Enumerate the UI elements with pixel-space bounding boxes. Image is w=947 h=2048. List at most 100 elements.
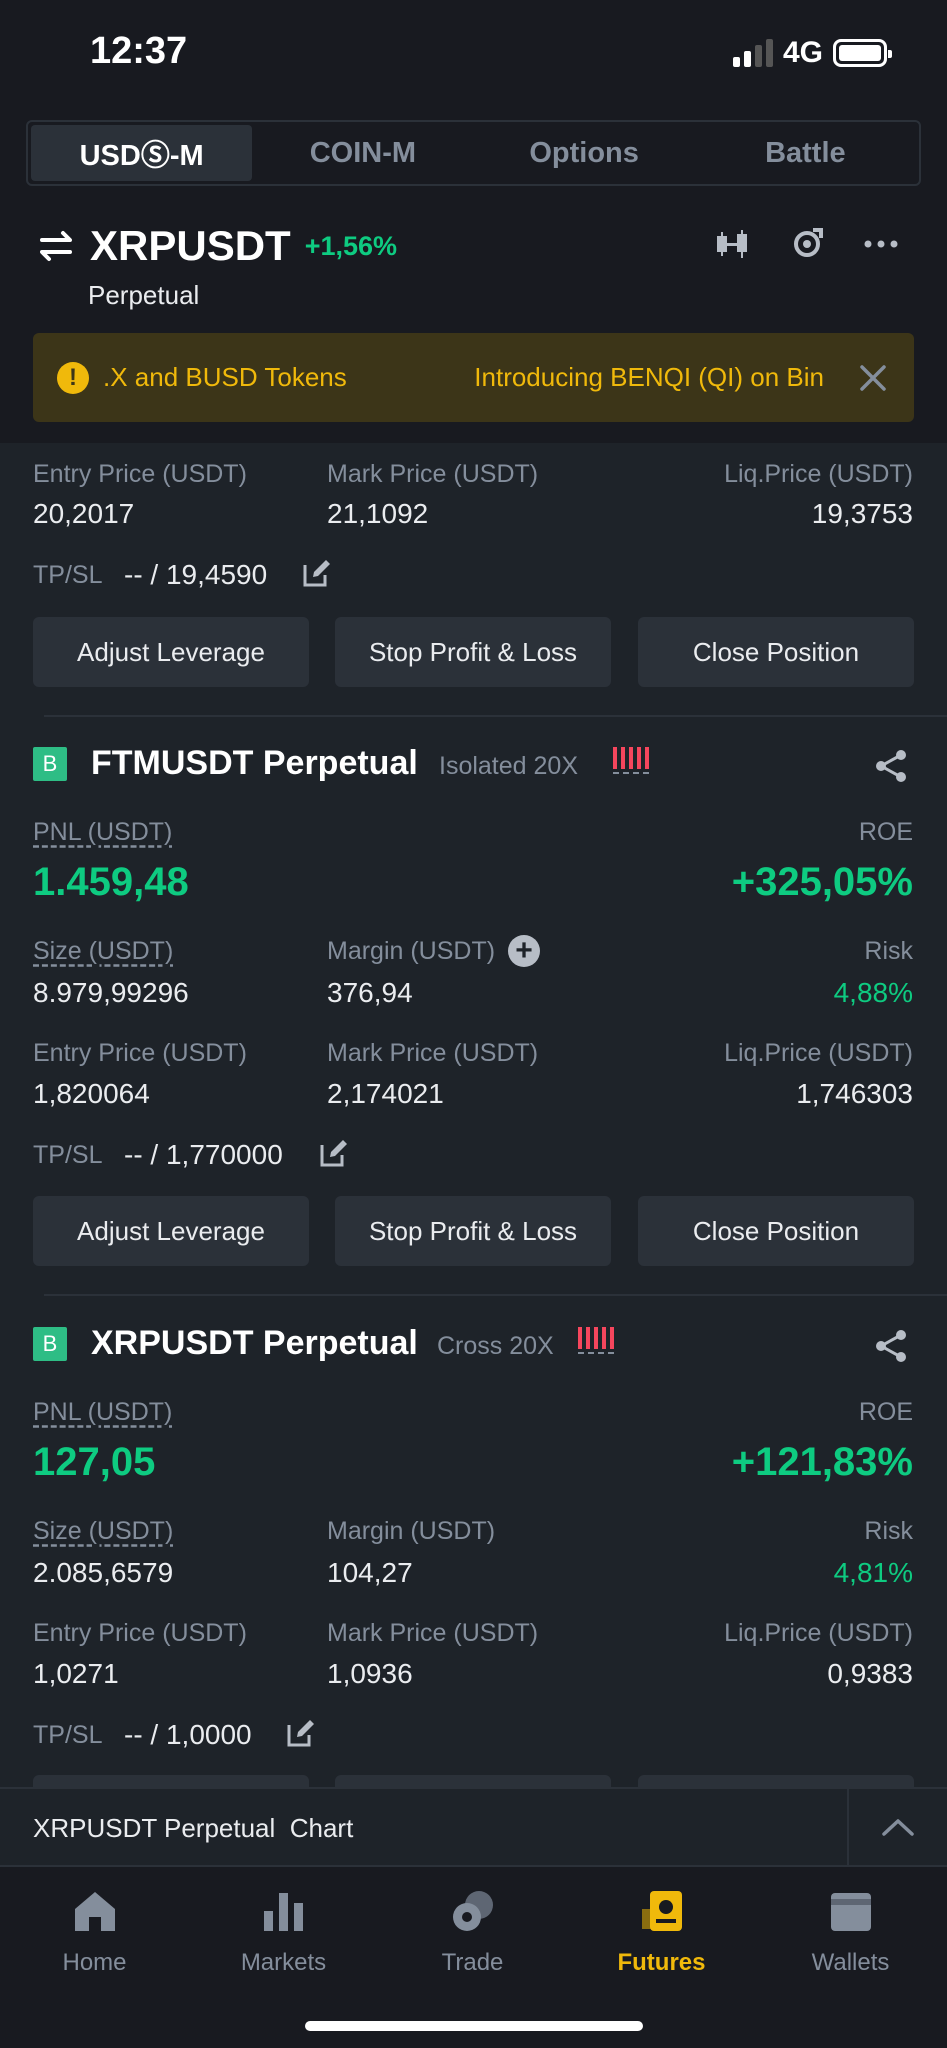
swap-icon (40, 231, 72, 261)
margin-mode: Cross 20X (437, 1332, 554, 1360)
risk-bars-icon[interactable] (613, 746, 649, 774)
pnl-label: PNL (USDT) (33, 818, 173, 846)
nav-trade[interactable]: Trade (378, 1887, 567, 1977)
nav-home[interactable]: Home (0, 1887, 189, 1977)
nav-futures[interactable]: Futures (567, 1887, 756, 1977)
risk-value: 4,81% (833, 1557, 913, 1588)
divider (44, 1294, 947, 1296)
stop-profit-loss-button[interactable]: Stop Profit & Loss (335, 617, 611, 687)
edit-icon[interactable] (285, 1717, 317, 1749)
size-label: Size (USDT) (33, 937, 174, 965)
entry-price-value: 20,2017 (33, 498, 135, 529)
symbol-name: XRPUSDT (90, 222, 291, 269)
liq-price-label: Liq.Price (USDT) (724, 1039, 913, 1067)
entry-price-label: Entry Price (USDT) (33, 460, 247, 488)
divider (44, 715, 947, 717)
liq-price-label: Liq.Price (USDT) (724, 460, 913, 488)
adjust-leverage-button[interactable]: Adjust Leverage (33, 1196, 309, 1266)
calculator-icon[interactable] (787, 224, 827, 264)
tab-usds-m[interactable]: USDⓈ-M (31, 125, 253, 181)
share-icon[interactable] (873, 748, 909, 784)
edit-icon[interactable] (301, 557, 333, 589)
header-actions (713, 224, 901, 264)
risk-bars-icon[interactable] (578, 1326, 614, 1354)
roe-label: ROE (858, 1398, 913, 1426)
close-icon[interactable] (856, 361, 890, 395)
banner-text-1: .X and BUSD Tokens (103, 362, 347, 392)
adjust-leverage-button[interactable]: Adjust Leverage (33, 617, 309, 687)
battery-icon (833, 39, 892, 67)
mark-price-value: 2,174021 (327, 1078, 444, 1109)
chart-drawer[interactable]: XRPUSDT Perpetual Chart (0, 1787, 947, 1865)
candlestick-icon[interactable] (713, 224, 753, 264)
roe-value: +325,05% (731, 860, 913, 904)
more-icon[interactable] (861, 224, 901, 264)
nav-label: Markets (240, 1949, 327, 1976)
margin-label: Margin (USDT) (327, 937, 496, 965)
tpsl-value: -- / 1,770000 (124, 1139, 283, 1170)
margin-mode: Isolated 20X (439, 752, 578, 780)
signal-icon (732, 39, 773, 67)
mark-price-label: Mark Price (USDT) (327, 1619, 539, 1647)
margin-label: Margin (USDT) (327, 1517, 496, 1545)
nav-label: Trade (441, 1949, 504, 1976)
edit-icon[interactable] (318, 1137, 350, 1169)
margin-value: 376,94 (327, 977, 413, 1008)
expand-chart-button[interactable] (847, 1789, 947, 1865)
tpsl-value: -- / 19,4590 (124, 559, 268, 590)
roe-value: +121,83% (731, 1440, 913, 1484)
mark-price-label: Mark Price (USDT) (327, 460, 539, 488)
nav-label: Futures (617, 1949, 706, 1976)
entry-price-value: 1,820064 (33, 1078, 150, 1109)
stop-profit-loss-button[interactable]: Stop Profit & Loss (335, 1196, 611, 1266)
share-icon[interactable] (873, 1328, 909, 1364)
mark-price-value: 21,1092 (327, 498, 429, 529)
announcement-banner[interactable]: ! .X and BUSD Tokens Introducing BENQI (… (33, 333, 914, 422)
symbol-subtitle: Perpetual (88, 280, 200, 310)
tab-battle[interactable]: Battle (695, 125, 916, 181)
markets-icon (263, 1893, 303, 1931)
liq-price-label: Liq.Price (USDT) (724, 1619, 913, 1647)
chevron-up-icon (882, 1819, 914, 1836)
tpsl-value: -- / 1,0000 (124, 1719, 252, 1750)
liq-price-value: 1,746303 (796, 1078, 913, 1109)
close-position-button[interactable] (638, 1775, 914, 1787)
tpsl-label: TP/SL (33, 1141, 103, 1169)
close-position-button[interactable]: Close Position (638, 617, 914, 687)
mark-price-value: 1,0936 (327, 1658, 413, 1689)
nav-label: Wallets (811, 1949, 890, 1976)
symbol-change: +1,56% (304, 230, 398, 261)
tab-coin-m[interactable]: COIN-M (252, 125, 473, 181)
nav-label: Home (62, 1949, 127, 1976)
adjust-leverage-button[interactable] (33, 1775, 309, 1787)
warning-icon: ! (57, 361, 89, 394)
status-indicators: 4G (732, 36, 892, 70)
home-icon (74, 1892, 115, 1931)
risk-value: 4,88% (833, 977, 913, 1008)
margin-value: 104,27 (327, 1557, 413, 1588)
trade-icon (452, 1891, 493, 1931)
risk-label: Risk (864, 1517, 913, 1545)
chart-drawer-label: XRPUSDT Perpetual Chart (33, 1813, 354, 1843)
risk-label: Risk (864, 937, 913, 965)
home-indicator (305, 2021, 643, 2031)
nav-wallets[interactable]: Wallets (756, 1887, 945, 1977)
entry-price-label: Entry Price (USDT) (33, 1619, 247, 1647)
liq-price-value: 0,9383 (827, 1658, 913, 1689)
nav-markets[interactable]: Markets (189, 1887, 378, 1977)
status-time: 12:37 (90, 30, 188, 72)
mark-price-label: Mark Price (USDT) (327, 1039, 539, 1067)
stop-profit-loss-button[interactable] (335, 1775, 611, 1787)
close-position-button[interactable]: Close Position (638, 1196, 914, 1266)
buy-badge: B (33, 1327, 67, 1361)
pnl-value: 127,05 (33, 1440, 156, 1484)
tab-options[interactable]: Options (474, 125, 695, 181)
symbol-selector[interactable]: XRPUSDT +1,56% (36, 222, 397, 270)
tpsl-label: TP/SL (33, 561, 103, 589)
add-margin-icon[interactable]: + (508, 935, 540, 967)
pnl-label: PNL (USDT) (33, 1398, 173, 1426)
roe-label: ROE (858, 818, 913, 846)
pnl-value: 1.459,48 (33, 860, 189, 904)
liq-price-value: 19,3753 (811, 498, 913, 529)
buy-badge: B (33, 747, 67, 781)
